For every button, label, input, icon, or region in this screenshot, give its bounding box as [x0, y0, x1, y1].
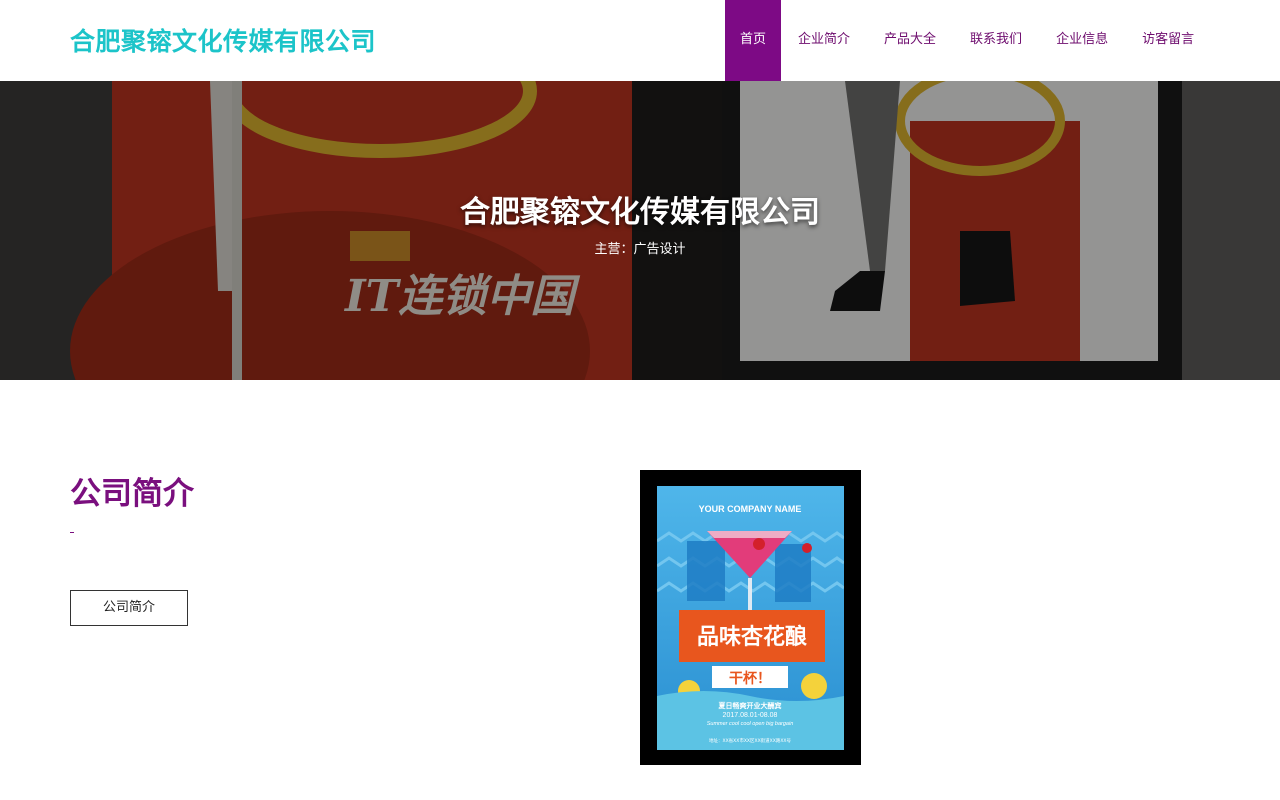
nav-item-home[interactable]: 首页 [725, 0, 782, 81]
site-logo[interactable]: 合肥聚镕文化传媒有限公司 [70, 22, 376, 58]
about-more-button[interactable]: 公司简介 [70, 590, 188, 626]
poster-cheers-text: 干杯！ [729, 670, 771, 687]
site-header: 合肥聚镕文化传媒有限公司 首页 企业简介 产品大全 联系我们 企业信息 访客留言 [0, 0, 1280, 81]
about-heading-underline [70, 532, 74, 533]
poster-headline-text: 品味杏花酿 [697, 624, 807, 650]
nav-item-company-info[interactable]: 企业信息 [1039, 0, 1125, 81]
poster-english-text: Summer cool cool open big bargain [707, 721, 794, 727]
nav-item-about[interactable]: 企业简介 [781, 0, 867, 81]
poster-company-text: YOUR COMPANY NAME [699, 504, 802, 514]
nav-item-products[interactable]: 产品大全 [867, 0, 953, 81]
about-heading: 公司简介 [70, 476, 194, 512]
hero-banner: IT连锁中国 合肥聚镕文化传媒有限公司 主营：广告设计 [0, 81, 1280, 380]
cocktail-poster-image: YOUR COMPANY NAME 品味杏花酿 干杯！ 夏日畅爽开业大酬宾 20… [657, 486, 844, 750]
banner-title: 合肥聚镕文化传媒有限公司 [460, 195, 820, 230]
poster-image-frame[interactable]: YOUR COMPANY NAME 品味杏花酿 干杯！ 夏日畅爽开业大酬宾 20… [640, 470, 861, 765]
poster-footer-text: 地址：XX省XX市XX区XX街道XX路XX号 [709, 737, 791, 744]
nav-item-guestbook[interactable]: 访客留言 [1125, 0, 1211, 81]
nav-item-contact[interactable]: 联系我们 [953, 0, 1039, 81]
poster-dates-text: 2017.08.01-08.08 [723, 712, 778, 719]
main-nav: 首页 企业简介 产品大全 联系我们 企业信息 访客留言 [725, 0, 1211, 81]
banner-subtitle: 主营：广告设计 [594, 242, 686, 257]
poster-promo-text: 夏日畅爽开业大酬宾 [718, 701, 782, 710]
